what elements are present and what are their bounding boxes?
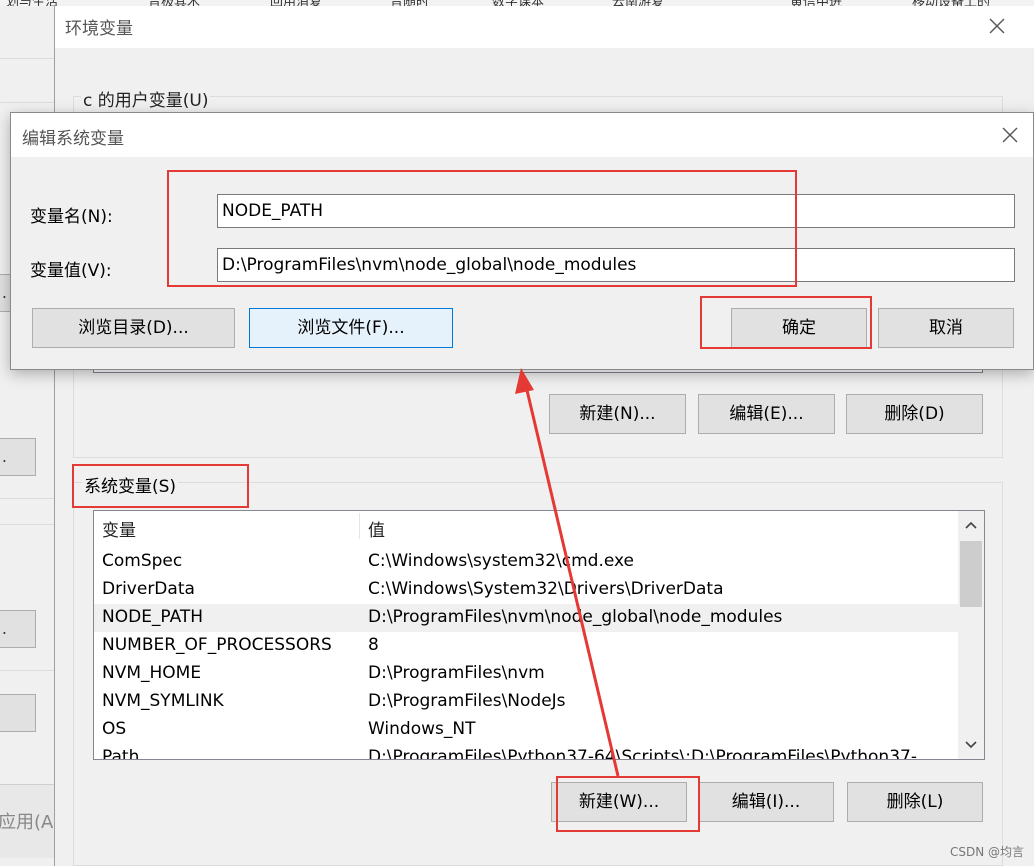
watermark: CSDN @均言 bbox=[950, 845, 1025, 859]
annotation-arrow bbox=[515, 368, 620, 777]
